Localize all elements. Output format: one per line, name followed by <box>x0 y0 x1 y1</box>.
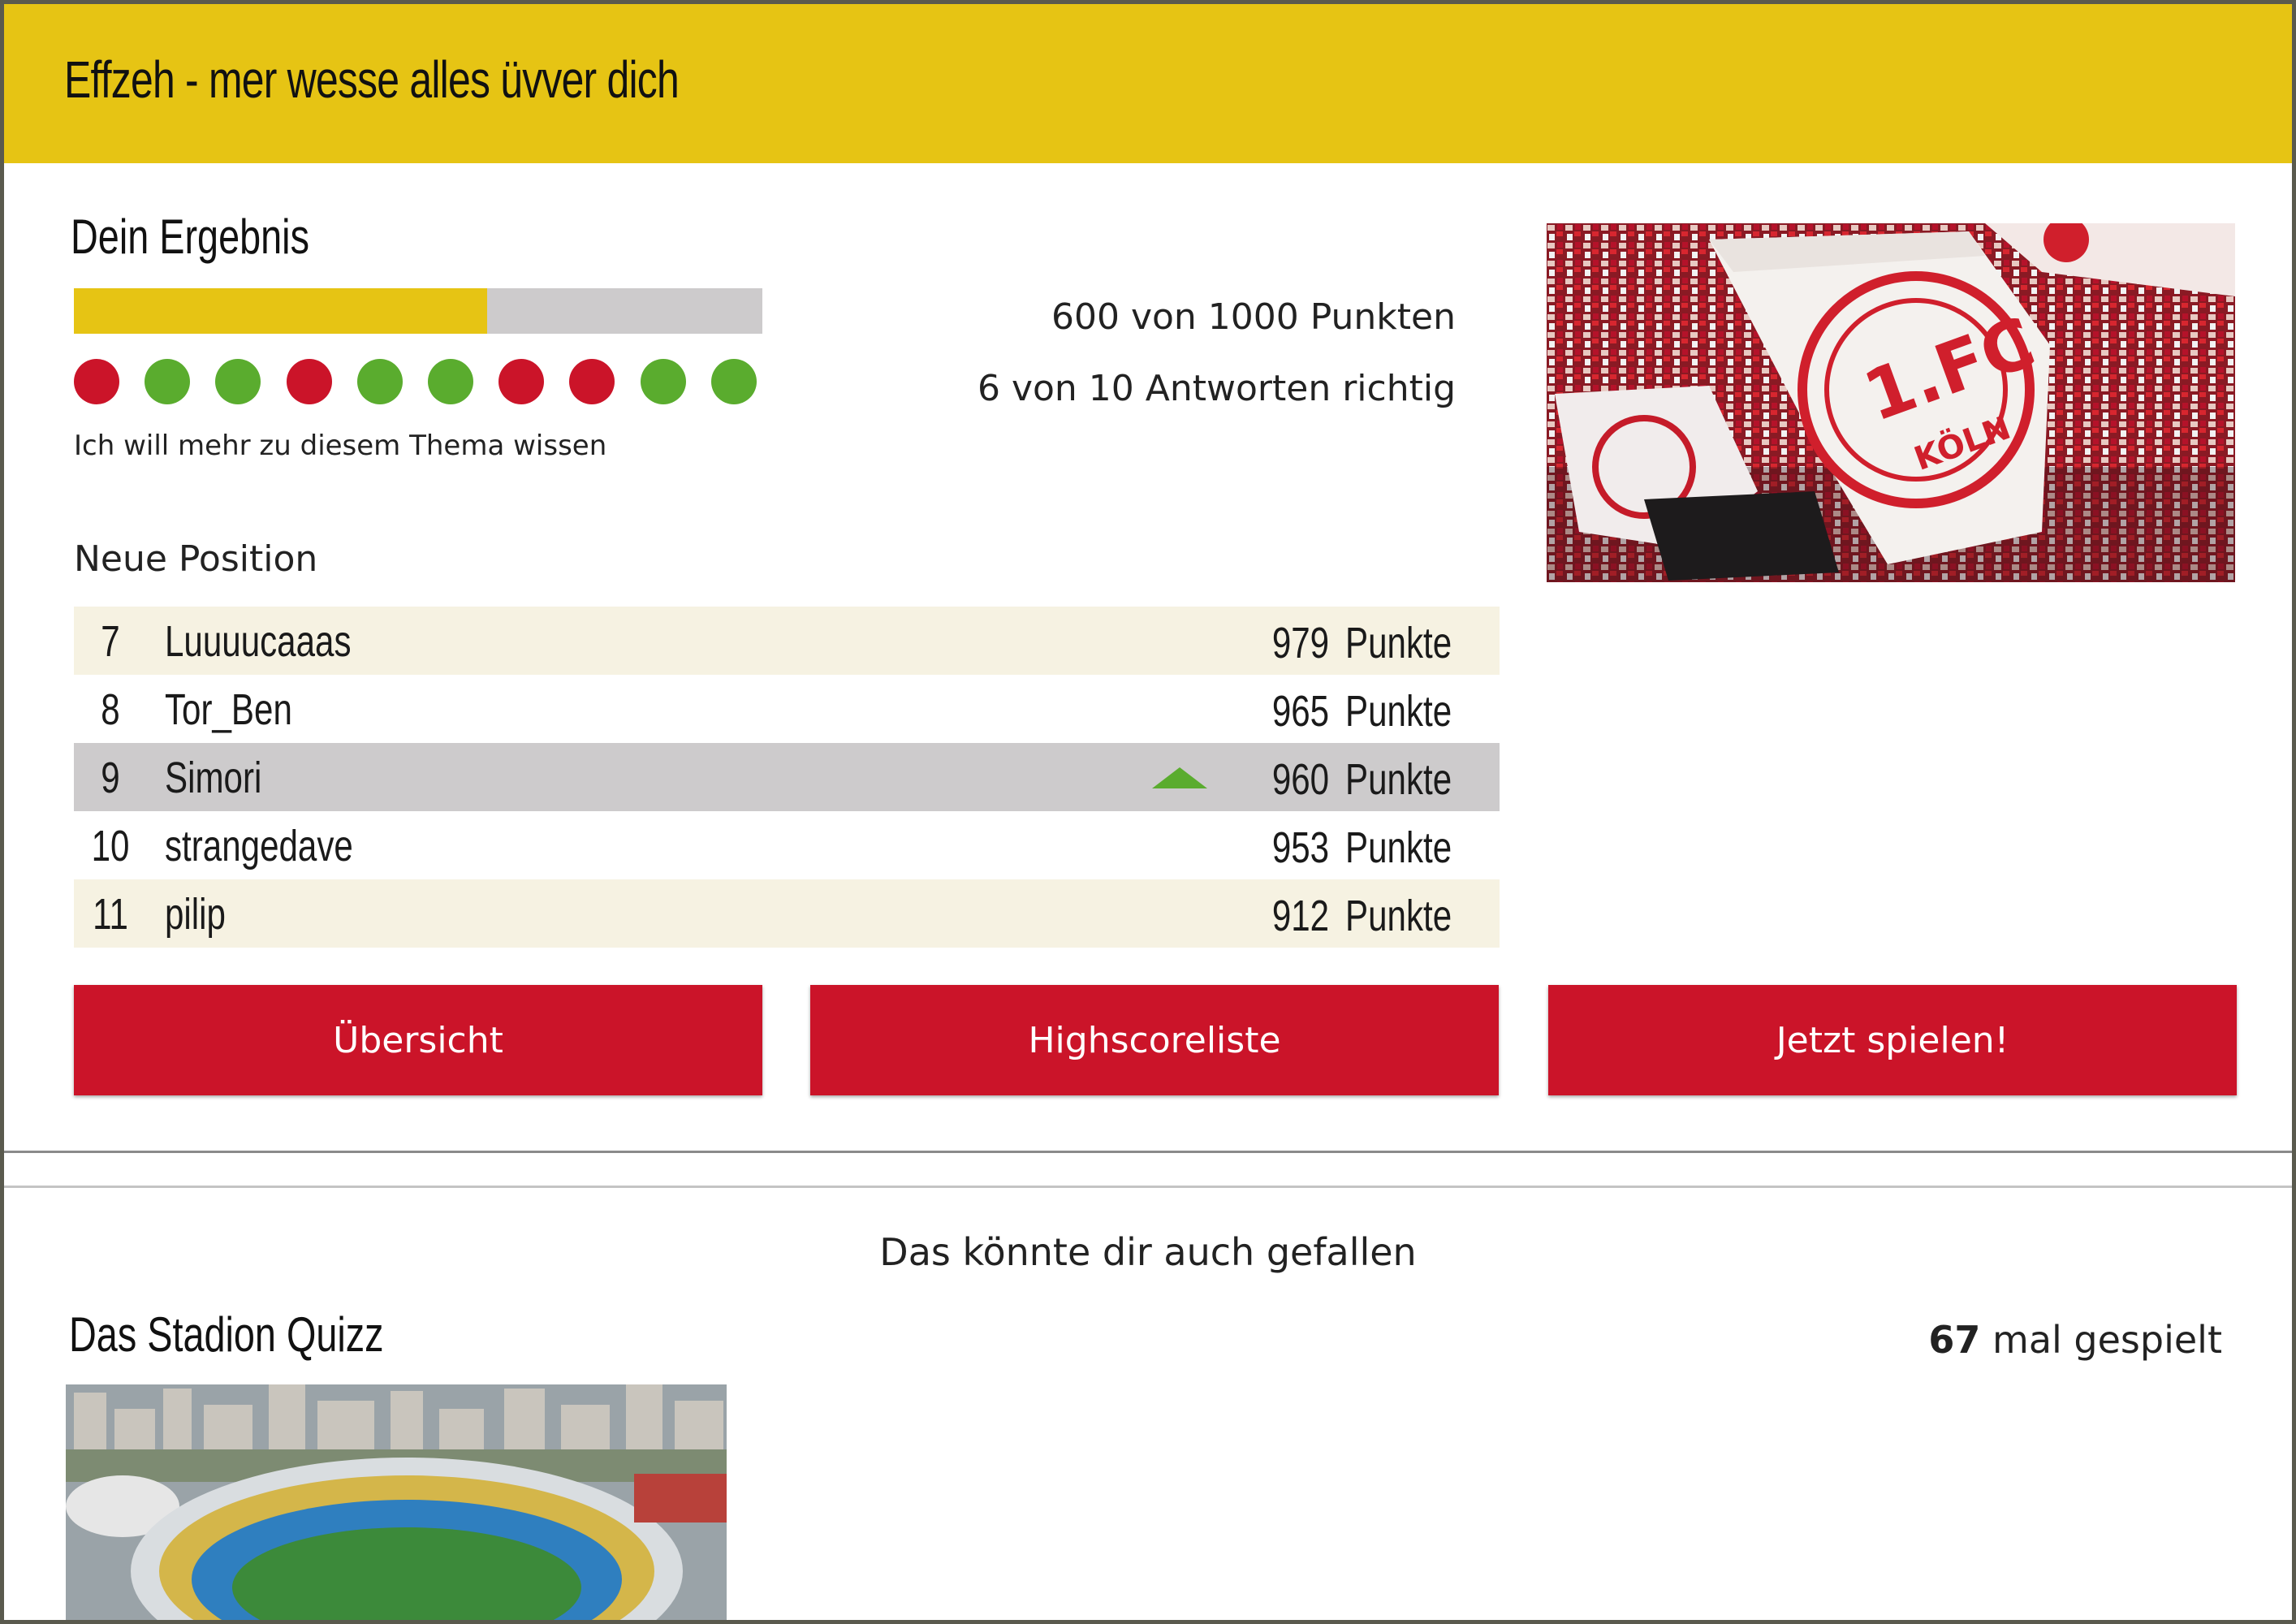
rank-points: 953 <box>1271 823 1329 872</box>
overview-button[interactable]: Übersicht <box>74 985 762 1095</box>
rank-player-name: Luuuucaaas <box>165 617 352 666</box>
quiz-result-page: Effzeh - mer wesse alles üvver dich Dein… <box>0 0 2296 1624</box>
rank-player-name: Tor_Ben <box>165 685 292 734</box>
result-heading: Dein Ergebnis <box>71 209 309 264</box>
play-now-button[interactable]: Jetzt spielen! <box>1548 985 2237 1095</box>
play-count-label: mal gespielt <box>1992 1318 2222 1362</box>
correct-answer-dot <box>640 359 686 404</box>
correct-answers-summary: 6 von 10 Antworten richtig <box>977 368 1456 409</box>
correct-answer-dot <box>710 359 757 404</box>
header-bar: Effzeh - mer wesse alles üvver dich <box>4 4 2292 163</box>
rank-points-unit: Punkte <box>1345 687 1452 736</box>
rank-position: 10 <box>91 822 130 870</box>
more-info-link[interactable]: Ich will mehr zu diesem Thema wissen <box>74 430 606 462</box>
ranking-table: 7 Luuuucaaas 979 Punkte 8 Tor_Ben 965 Punkte 9 Si… <box>74 607 1500 948</box>
rank-points-unit: Punkte <box>1345 823 1452 872</box>
section-divider <box>4 1151 2292 1188</box>
correct-answer-dot <box>145 359 191 404</box>
points-summary: 600 von 1000 Punkten <box>1051 296 1456 338</box>
play-count: 67 mal gespielt <box>1928 1318 2222 1362</box>
wrong-answer-dot <box>569 359 615 404</box>
ranking-row: 10 strangedave 953 Punkte <box>74 811 1500 879</box>
rank-player-name: pilip <box>165 890 226 939</box>
page-title: Effzeh - mer wesse alles üvver dich <box>64 50 680 109</box>
score-progress-bar <box>74 288 762 334</box>
rank-points: 960 <box>1271 755 1329 804</box>
ranking-row: 8 Tor_Ben 965 Punkte <box>74 675 1500 743</box>
rank-player-name: strangedave <box>165 822 353 870</box>
wrong-answer-dot <box>498 359 545 404</box>
correct-answer-dot <box>215 359 261 404</box>
suggestions-heading: Das könnte dir auch gefallen <box>879 1230 1417 1274</box>
rank-points: 979 <box>1271 619 1329 667</box>
rank-position: 11 <box>93 890 128 939</box>
rank-position: 9 <box>101 754 120 802</box>
new-position-heading: Neue Position <box>74 538 318 580</box>
highscore-button[interactable]: Highscoreliste <box>810 985 1499 1095</box>
correct-answer-dot <box>356 359 403 404</box>
suggested-quiz-title[interactable]: Das Stadion Quizz <box>69 1307 473 1363</box>
play-count-number: 67 <box>1928 1318 1981 1362</box>
rank-points: 965 <box>1271 687 1329 736</box>
rank-up-icon <box>1152 767 1207 788</box>
wrong-answer-dot <box>286 359 332 404</box>
rank-player-name: Simori <box>165 754 262 802</box>
stadium-image[interactable] <box>66 1384 727 1620</box>
rank-points-unit: Punkte <box>1345 892 1452 940</box>
score-progress-fill <box>74 288 487 334</box>
rank-points-unit: Punkte <box>1345 619 1452 667</box>
correct-answer-dot <box>428 359 473 404</box>
fan-crowd-image: 1.FC KÖLN <box>1547 223 2235 582</box>
rank-points-unit: Punkte <box>1345 755 1452 804</box>
rank-points: 912 <box>1271 892 1329 940</box>
wrong-answer-dot <box>74 359 119 404</box>
ranking-row: 9 Simori 960 Punkte <box>74 743 1500 811</box>
rank-position: 7 <box>101 617 120 666</box>
ranking-row: 7 Luuuucaaas 979 Punkte <box>74 607 1500 675</box>
rank-position: 8 <box>101 685 120 734</box>
ranking-row: 11 pilip 912 Punkte <box>74 879 1500 948</box>
